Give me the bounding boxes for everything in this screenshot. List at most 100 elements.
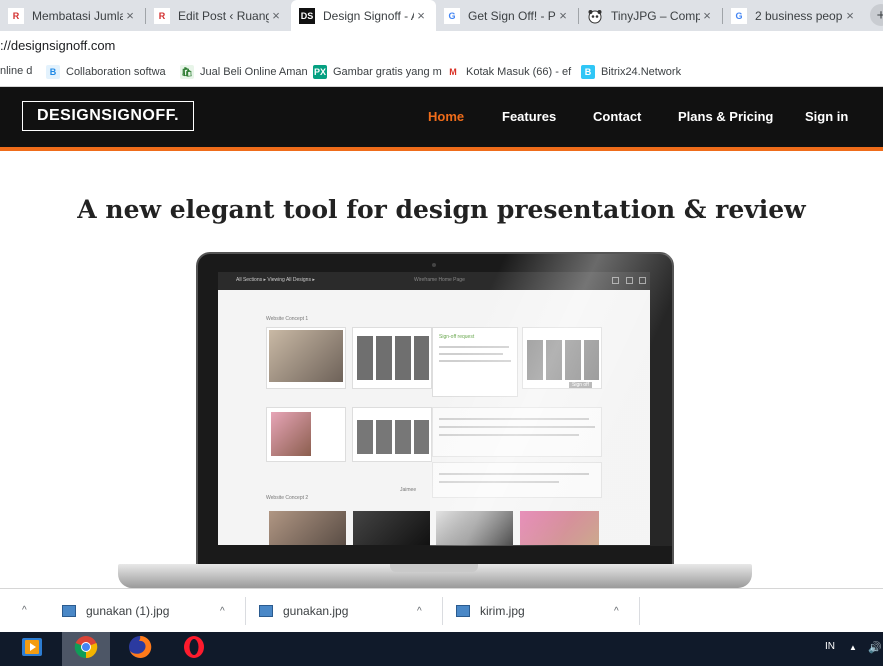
bookmarks-bar: nline d B Collaboration softwa 🛍 Jual Be… [0,59,883,87]
app-toolbar-icon [612,277,619,284]
bookmark-label: nline d [0,65,33,77]
opera-icon [182,635,206,664]
app-toolbar: All Sections ▸ Viewing All Designs ▸ Wir… [218,272,650,290]
bookmark-icon: PX [313,65,327,79]
close-icon[interactable]: × [414,8,428,23]
gmail-icon: M [446,65,460,79]
chevron-up-icon[interactable]: ^ [22,605,27,616]
bookmark-item[interactable]: PX Gambar gratis yang m [313,65,442,79]
download-item[interactable]: gunakan (1).jpg ^ [62,597,242,625]
bookmark-icon: B [581,65,595,79]
bookmark-label: Jual Beli Online Aman [200,66,308,78]
bookmark-item[interactable]: B Bitrix24.Network [581,65,681,79]
bookmark-icon: B [46,65,60,79]
close-icon[interactable]: × [269,8,283,23]
taskbar-app-button[interactable] [62,632,110,666]
url-text[interactable]: ://designsignoff.com [0,38,115,53]
download-separator [442,597,443,625]
panda-icon [587,8,603,24]
bookmark-item[interactable]: M Kotak Masuk (66) - ef [446,65,571,79]
image-file-icon [456,605,470,617]
tab-title: TinyJPG – Compres [611,8,700,23]
taskbar-app-button[interactable] [116,632,164,666]
comment-box [432,407,602,457]
bookmark-item[interactable]: 🛍 Jual Beli Online Aman [180,65,308,79]
commenter-name: Jaimee [400,487,417,493]
volume-icon[interactable]: 🔊 [868,641,882,654]
concept-photo [269,511,346,545]
browser-tab-active[interactable]: DS Design Signoff - Ar × [291,0,436,31]
tab-title: Get Sign Off! - Pen [468,8,556,23]
close-icon[interactable]: × [843,8,857,23]
chrome-icon [74,635,98,664]
download-item[interactable]: gunakan.jpg ^ [259,597,439,625]
chevron-up-icon[interactable]: ^ [614,606,619,617]
design-thumbnail [271,412,311,456]
tab-favicon-icon: R [154,7,170,24]
nav-home[interactable]: Home [428,109,464,124]
taskbar-app-button[interactable] [8,632,56,666]
design-thumbnail [527,340,599,380]
text-line [439,426,595,428]
signoff-panel-title: Sign-off request [439,334,475,340]
browser-tab[interactable]: TinyJPG – Compres × [579,0,722,31]
nav-features[interactable]: Features [502,109,556,124]
tab-favicon-icon: DS [299,7,315,24]
taskbar-app-button[interactable] [170,632,218,666]
media-player-icon [21,637,43,662]
tray-expand-icon[interactable]: ▲ [849,643,857,652]
header-accent-stripe [0,147,883,151]
text-line [439,418,589,420]
bookmark-item[interactable]: B Collaboration softwa [46,65,166,79]
bookmark-item[interactable]: nline d [0,65,32,77]
nav-contact[interactable]: Contact [593,109,641,124]
download-filename: gunakan.jpg [283,604,349,618]
browser-tab[interactable]: G Get Sign Off! - Pen × [436,0,578,31]
app-breadcrumb: All Sections ▸ Viewing All Designs ▸ [236,277,315,283]
chevron-up-icon[interactable]: ^ [220,606,225,617]
site-header: DESIGNSIGNOFF. Home Features Contact Pla… [0,87,883,151]
browser-tab[interactable]: R Membatasi Jumlah × [0,0,145,31]
close-icon[interactable]: × [123,8,137,23]
text-line [439,353,503,355]
tab-title: 2 business people [755,8,843,23]
browser-tab[interactable]: G 2 business people × [723,0,865,31]
app-toolbar-icon [639,277,646,284]
tab-title: Edit Post ‹ Ruang F [178,8,269,23]
input-language[interactable]: IN [825,641,835,652]
firefox-icon [128,635,152,664]
download-item[interactable]: kirim.jpg ^ [456,597,636,625]
download-filename: gunakan (1).jpg [86,604,170,618]
browser-tab-strip: R Membatasi Jumlah × R Edit Post ‹ Ruang… [0,0,883,31]
download-separator [245,597,246,625]
image-file-icon [259,605,273,617]
address-bar[interactable]: ://designsignoff.com [0,31,883,59]
nav-plans-pricing[interactable]: Plans & Pricing [678,109,773,124]
design-card [352,327,432,389]
concept-photo [520,511,599,545]
shopping-bag-icon: 🛍 [180,65,194,79]
design-card [352,407,432,462]
concept-1-label: Website Concept 1 [266,316,309,322]
text-line [439,481,559,483]
design-thumbnail [357,420,429,454]
concept-2-label: Website Concept 2 [266,495,309,501]
browser-tab[interactable]: R Edit Post ‹ Ruang F × [146,0,291,31]
new-tab-button[interactable]: + [870,4,883,26]
laptop-screen: All Sections ▸ Viewing All Designs ▸ Wir… [218,272,650,545]
app-page-name: Wireframe Home Page [414,277,465,283]
bookmark-label: Kotak Masuk (66) - ef [466,66,572,78]
text-line [439,434,579,436]
concept-photo [436,511,513,545]
laptop-camera [432,263,436,267]
tab-favicon-icon: G [731,7,747,24]
site-logo[interactable]: DESIGNSIGNOFF. [22,101,194,131]
design-thumbnail [269,330,343,382]
close-icon[interactable]: × [556,8,570,23]
download-filename: kirim.jpg [480,604,525,618]
nav-sign-in[interactable]: Sign in [805,109,848,124]
tab-favicon-icon: R [8,7,24,24]
chevron-up-icon[interactable]: ^ [417,606,422,617]
close-icon[interactable]: × [700,8,714,23]
tab-title: Design Signoff - Ar [323,8,414,23]
